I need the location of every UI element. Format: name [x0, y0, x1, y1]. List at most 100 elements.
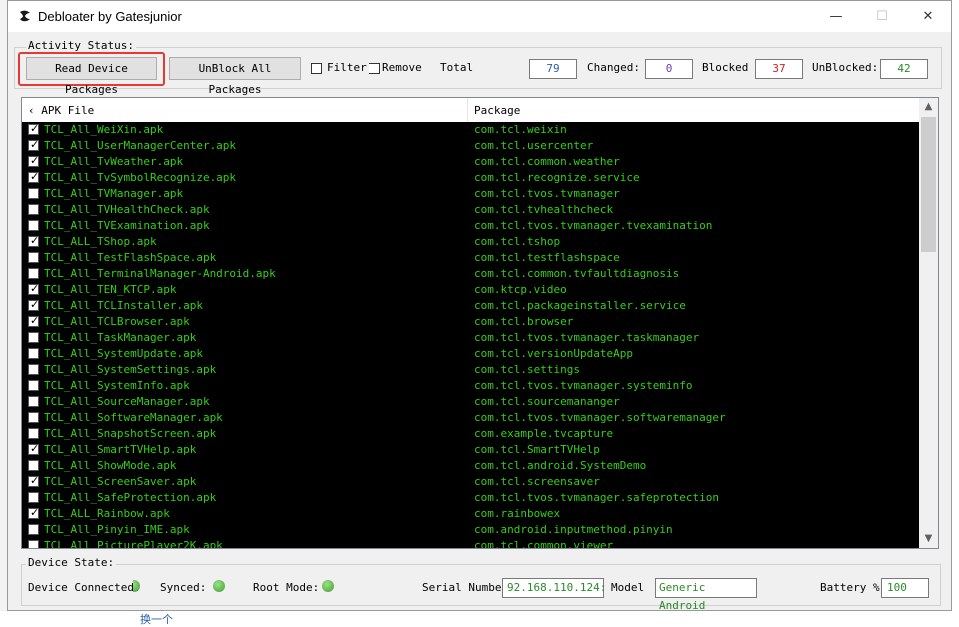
row-checkbox[interactable]	[28, 332, 39, 343]
package-rows: ✓ TCL_All_WeiXin.apk com.tcl.weixin ✓ TCL_Al…	[22, 122, 919, 548]
filter-checkbox[interactable]	[311, 63, 322, 74]
package-column-header[interactable]: Package	[474, 104, 520, 117]
list-item[interactable]: ✓ TCL_ALL_TShop.apk com.tcl.tshop	[22, 234, 919, 250]
list-item[interactable]: TCL_All_SystemUpdate.apk com.tcl.versionU…	[22, 346, 919, 362]
row-checkbox[interactable]: ✓	[28, 314, 39, 327]
row-checkbox[interactable]	[28, 428, 39, 439]
list-item[interactable]: TCL_All_Pinyin_IME.apk com.android.inputm…	[22, 522, 919, 538]
list-item[interactable]: ✓ TCL_All_UserManagerCenter.apk com.tcl.us…	[22, 138, 919, 154]
list-item[interactable]: TCL_All_SnapshotScreen.apk com.example.tv…	[22, 426, 919, 442]
unblocked-count: 42	[880, 59, 928, 79]
row-checkbox[interactable]: ✓	[28, 474, 39, 487]
background-link-fragment[interactable]: 换一个	[140, 611, 173, 627]
row-checkbox[interactable]: ✓	[28, 442, 40, 455]
model-field[interactable]: Generic Android	[655, 578, 757, 612]
list-item[interactable]: ✓ TCL_All_TvSymbolRecognize.apk com.tcl.re…	[22, 170, 919, 186]
row-checkbox[interactable]: ✓	[28, 138, 39, 151]
list-item[interactable]: TCL_All_TaskManager.apk com.tcl.tvos.tvma…	[22, 330, 919, 346]
apk-file-cell: TCL_All_ScreenSaver.apk	[44, 475, 197, 488]
package-cell: com.tcl.tvos.tvmanager.tvexamination	[474, 219, 713, 232]
package-cell: com.tcl.common.tvfaultdiagnosis	[474, 267, 680, 280]
apk-file-cell: TCL_All_ShowMode.apk	[44, 459, 177, 472]
remove-checkbox[interactable]	[369, 63, 380, 74]
list-item[interactable]: ✓ TCL_ALL_Rainbow.apk com.rainbowex	[22, 506, 919, 522]
apk-file-cell: TCL_All_WeiXin.apk	[44, 123, 164, 136]
scroll-up-arrow-icon[interactable]: ▲	[919, 98, 938, 116]
row-checkbox[interactable]	[28, 524, 39, 535]
row-checkbox[interactable]: ✓	[28, 298, 39, 311]
title-bar[interactable]: Debloater by Gatesjunior — ☐ ✕	[8, 1, 951, 32]
close-button[interactable]: ✕	[905, 1, 951, 32]
list-item[interactable]: TCL_All_SystemSettings.apk com.tcl.settin…	[22, 362, 919, 378]
row-checkbox[interactable]	[28, 364, 39, 375]
row-checkbox[interactable]: ✓	[28, 234, 39, 247]
list-item[interactable]: TCL_All_TVManager.apk com.tcl.tvos.tvmana…	[22, 186, 919, 202]
blocked-label: Blocked	[702, 61, 749, 74]
row-checkbox[interactable]: ✓	[28, 154, 39, 167]
apk-file-cell: TCL_ALL_Rainbow.apk	[44, 507, 170, 520]
list-item[interactable]: ✓ TCL_All_TvWeather.apk com.tcl.common.wea…	[22, 154, 919, 170]
row-checkbox[interactable]	[28, 492, 39, 503]
background-window-edge	[0, 0, 7, 619]
list-item[interactable]: TCL_All_PicturePlayer2K.apk com.tcl.commo…	[22, 538, 919, 548]
apk-file-cell: TCL_All_UserManagerCenter.apk	[44, 139, 237, 152]
unblock-all-packages-button[interactable]: UnBlock All Packages	[169, 57, 301, 96]
activity-status-label: Activity Status:	[26, 39, 136, 52]
list-item[interactable]: ✓ TCL_All_TCLBrowser.apk com.tcl.browser	[22, 314, 919, 330]
serial-number-label: Serial Number:	[422, 581, 515, 594]
row-checkbox[interactable]	[28, 188, 39, 199]
list-item[interactable]: ✓ TCL_All_SmartTVHelp.apk com.tcl.SmartTVH…	[22, 442, 919, 458]
package-cell: com.tcl.tvos.tvmanager.taskmanager	[474, 331, 700, 344]
list-item[interactable]: TCL_All_TVHealthCheck.apk com.tcl.tvhealt…	[22, 202, 919, 218]
row-checkbox[interactable]: ✓	[28, 506, 39, 519]
list-item[interactable]: TCL_All_SoftwareManager.apk com.tcl.tvos.…	[22, 410, 919, 426]
package-cell: com.tcl.SmartTVHelp	[474, 443, 600, 456]
row-checkbox[interactable]	[28, 220, 39, 231]
package-list[interactable]: ‹ APK File Package ✓ TCL_All_WeiXin.apkco…	[21, 97, 939, 549]
list-item[interactable]: TCL_All_TerminalManager-Android.apk com.t…	[22, 266, 919, 282]
row-checkbox[interactable]	[28, 252, 39, 263]
list-item[interactable]: TCL_All_SourceManager.apk com.tcl.sourcem…	[22, 394, 919, 410]
list-item[interactable]: TCL_All_SafeProtection.apk com.tcl.tvos.t…	[22, 490, 919, 506]
list-item[interactable]: ✓ TCL_All_WeiXin.apk com.tcl.weixin	[22, 122, 919, 138]
maximize-button[interactable]: ☐	[859, 1, 905, 32]
apk-file-cell: TCL_All_SystemSettings.apk	[44, 363, 217, 376]
list-item[interactable]: ✓ TCL_All_ScreenSaver.apk com.tcl.screensa…	[22, 474, 919, 490]
row-checkbox[interactable]	[28, 396, 39, 407]
list-item[interactable]: ✓ TCL_All_TCLInstaller.apk com.tcl.package…	[22, 298, 919, 314]
row-checkbox[interactable]	[28, 412, 39, 423]
package-cell: com.ktcp.video	[474, 283, 567, 296]
row-checkbox[interactable]	[28, 268, 39, 279]
changed-count: 0	[645, 59, 693, 79]
filter-label: Filter	[327, 61, 367, 74]
minimize-button[interactable]: —	[813, 1, 859, 32]
apk-file-cell: TCL_All_SoftwareManager.apk	[44, 411, 223, 424]
list-item[interactable]: TCL_All_TestFlashSpace.apk com.tcl.testfl…	[22, 250, 919, 266]
read-device-packages-button[interactable]: Read Device Packages	[26, 57, 157, 96]
row-checkbox[interactable]	[28, 540, 39, 548]
list-item[interactable]: ✓ TCL_All_TEN_KTCP.apk com.ktcp.video	[22, 282, 919, 298]
window-title: Debloater by Gatesjunior	[38, 9, 182, 24]
scroll-down-arrow-icon[interactable]: ▼	[919, 530, 938, 548]
row-checkbox[interactable]: ✓	[28, 122, 39, 135]
row-checkbox[interactable]	[28, 204, 39, 215]
row-checkbox[interactable]	[28, 348, 39, 359]
package-cell: com.rainbowex	[474, 507, 561, 520]
list-item[interactable]: TCL_All_TVExamination.apk com.tcl.tvos.tv…	[22, 218, 919, 234]
row-checkbox[interactable]: ✓	[28, 282, 39, 295]
list-item[interactable]: TCL_All_ShowMode.apk com.tcl.android.Syst…	[22, 458, 919, 474]
battery-field[interactable]: 100	[881, 578, 929, 598]
serial-number-field[interactable]: 92.168.110.124:	[502, 578, 606, 598]
checkmark-icon: ✓	[30, 442, 40, 455]
apk-file-column-header[interactable]: ‹ APK File	[28, 104, 94, 117]
vertical-scrollbar[interactable]: ▲ ▼	[919, 98, 938, 548]
list-item[interactable]: TCL_All_SystemInfo.apk com.tcl.tvos.tvman…	[22, 378, 919, 394]
scroll-thumb[interactable]	[921, 117, 936, 252]
row-checkbox[interactable]: ✓	[28, 170, 39, 183]
row-checkbox[interactable]	[28, 460, 39, 471]
package-cell: com.example.tvcapture	[474, 427, 614, 440]
column-separator[interactable]	[467, 98, 468, 122]
row-checkbox[interactable]	[28, 380, 39, 391]
package-cell: com.tcl.tshop	[474, 235, 561, 248]
package-cell: com.tcl.packageinstaller.service	[474, 299, 686, 312]
